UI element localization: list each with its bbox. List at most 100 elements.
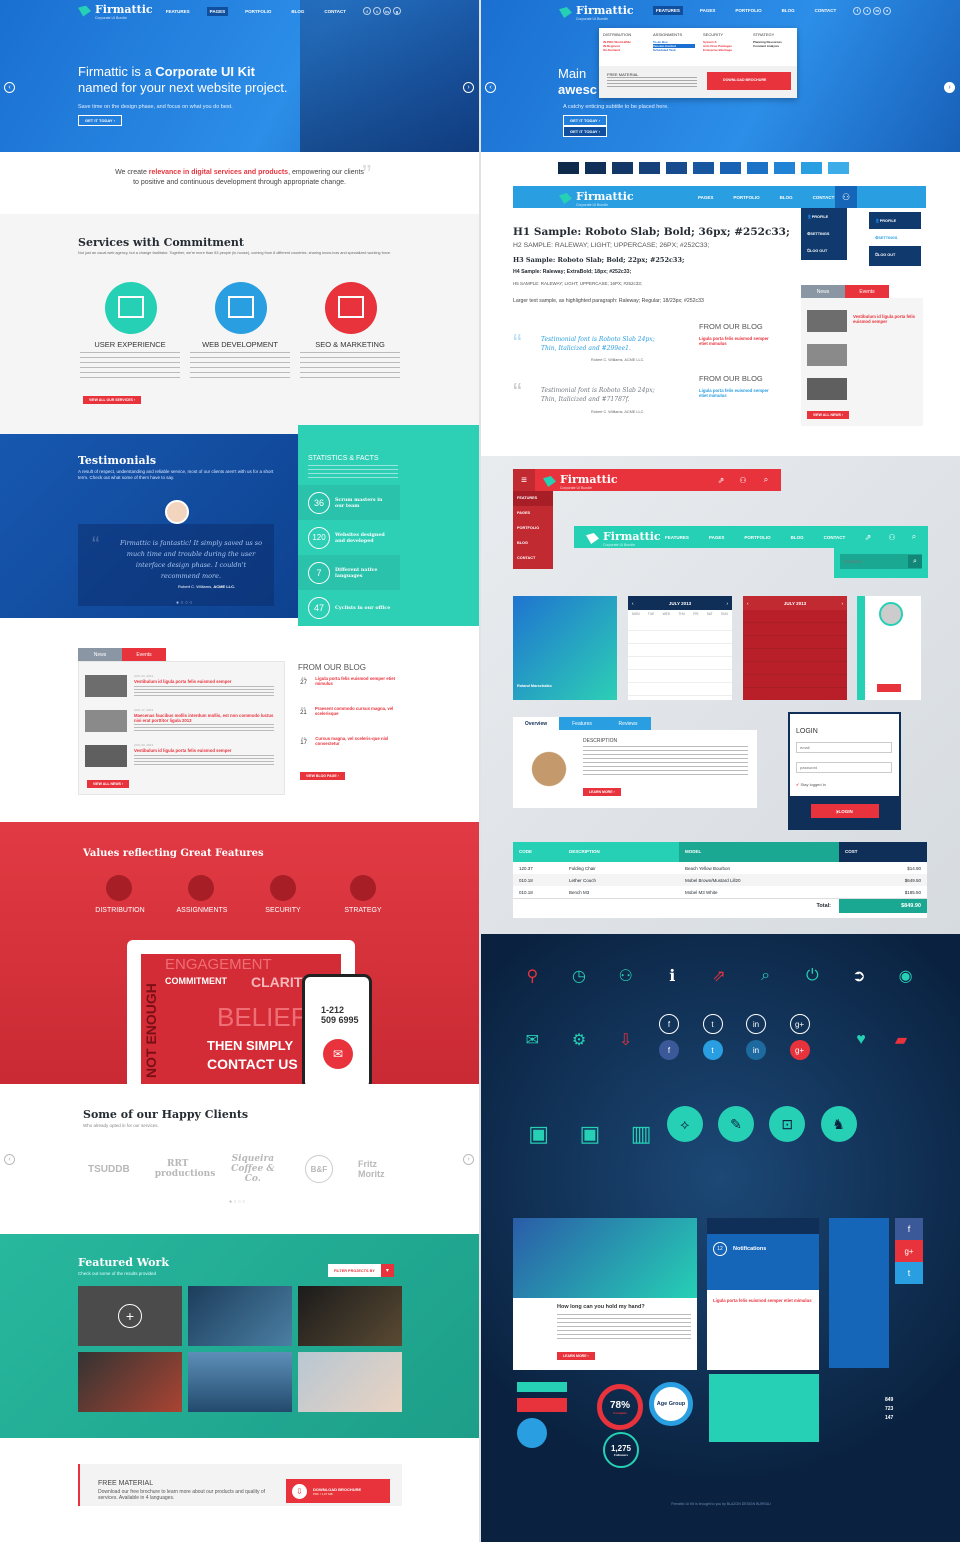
calendar-next-icon[interactable]: › (842, 601, 844, 606)
search-icon[interactable]: ⌕ (883, 6, 892, 15)
search-input[interactable] (844, 559, 904, 564)
user-icon[interactable]: ⚇ (735, 472, 751, 488)
filter-dropdown[interactable]: FILTER PROJECTS BY ▾ (328, 1264, 394, 1277)
twitter-icon[interactable]: t (895, 1262, 923, 1284)
facebook-icon[interactable]: f (659, 1040, 679, 1060)
gplus-icon[interactable]: g+ (789, 1040, 810, 1060)
column-header[interactable]: CODE (513, 842, 563, 862)
column-header[interactable]: MODEL (679, 842, 839, 862)
login-button[interactable]: ⏵ LOGIN (810, 804, 879, 818)
blog-link[interactable]: Cursus magna, vel sceleris-que nisl cons… (315, 736, 408, 762)
linkedin-icon[interactable]: in (746, 1040, 766, 1060)
news-title[interactable]: Vestibulum id ligula porta felis euismod… (853, 314, 919, 324)
download-brochure-button[interactable]: ⇩ DOWNLOAD BROCHURE PDF / 1,07 MB (286, 1479, 390, 1503)
nav-blog[interactable]: BLOG (777, 193, 796, 202)
view-services-button[interactable]: VIEW ALL OUR SERVICES › (83, 396, 142, 404)
menu-profile[interactable]: 👤 PROFILE (869, 212, 921, 229)
portfolio-thumb[interactable] (298, 1352, 402, 1412)
nav-contact[interactable]: CONTACT (810, 193, 838, 202)
view-blog-button[interactable]: VIEW BLOG PAGE › (300, 772, 345, 780)
twitter-icon[interactable]: t (863, 6, 872, 15)
brand-logo[interactable]: Firmattic Corporate UI Bundle (543, 473, 618, 490)
calendar-prev-icon[interactable]: ‹ (747, 601, 749, 606)
clients-next-icon[interactable]: › (463, 1154, 474, 1165)
mega-link[interactable]: Scheduled Task (653, 48, 695, 52)
facebook-icon[interactable]: f (853, 6, 862, 15)
menu-logout[interactable]: ⏻ LOG OUT (869, 246, 921, 263)
brand-logo[interactable]: Firmattic Corporate UI Bundle (78, 3, 153, 20)
news-title[interactable]: Maecenas faucibus mollis interdum mollis… (134, 713, 279, 723)
mega-link[interactable]: Enterprise Blockage (703, 48, 745, 52)
calendar-next-icon[interactable]: › (727, 601, 729, 606)
mobile-nav-features[interactable]: FEATURES (513, 491, 553, 506)
calendar-prev-icon[interactable]: ‹ (632, 601, 634, 606)
menu-settings[interactable]: ⚙ SETTINGS (869, 229, 921, 246)
twitter-icon[interactable]: t (373, 7, 381, 15)
hero-prev-icon[interactable]: ‹ (485, 82, 496, 93)
tab-news[interactable]: News (78, 648, 122, 661)
portfolio-thumb[interactable] (188, 1286, 292, 1346)
mobile-nav-pages[interactable]: PAGES (513, 506, 553, 521)
search-icon[interactable]: ⌕ (758, 472, 774, 488)
linkedin-icon[interactable]: in (873, 6, 882, 15)
linkedin-icon[interactable]: in (746, 1014, 766, 1034)
tab-events[interactable]: Events (122, 648, 166, 661)
twitter-icon[interactable]: t (702, 1040, 723, 1060)
hero2-cta-hover[interactable]: GET IT TODAY › (563, 126, 607, 137)
portfolio-thumb[interactable] (188, 1352, 292, 1412)
download-brochure-button[interactable]: DOWNLOAD BROCHURE (707, 72, 791, 90)
search-icon[interactable]: ⌕ (906, 529, 922, 545)
blog-link[interactable]: Ligula porta felis euismod semper etiet … (699, 336, 769, 346)
gplus-icon[interactable]: g+ (789, 1014, 810, 1034)
nav-pages[interactable]: PAGES (697, 6, 718, 15)
twitter-icon[interactable]: t (702, 1014, 723, 1034)
clients-prev-icon[interactable]: ‹ (4, 1154, 15, 1165)
blog-link[interactable]: Praesent commodo cursus magna, vel scele… (315, 706, 408, 732)
mobile-nav-portfolio[interactable]: PORTFOLIO (513, 521, 553, 536)
tab-reviews[interactable]: Reviews (605, 717, 651, 730)
mail-icon[interactable]: ✉ (323, 1039, 353, 1069)
calendar-grid[interactable] (628, 618, 732, 698)
share-icon[interactable]: ⇗ (860, 529, 876, 545)
share-icon[interactable]: ⇗ (713, 472, 729, 488)
facebook-icon[interactable]: f (659, 1014, 679, 1034)
follow-button[interactable] (877, 684, 901, 692)
nav-features[interactable]: FEATURES (653, 6, 683, 15)
email-field[interactable] (796, 742, 892, 753)
search-icon[interactable]: ⌕ (908, 555, 922, 568)
nav-portfolio[interactable]: PORTFOLIO (242, 7, 274, 16)
facebook-icon[interactable]: f (895, 1218, 923, 1240)
hero-cta-button[interactable]: GET IT TODAY › (78, 115, 122, 126)
nav-contact[interactable]: CONTACT (321, 7, 349, 16)
nav-portfolio[interactable]: PORTFOLIO (741, 533, 773, 542)
column-header[interactable]: DESCRIPTION (563, 842, 679, 862)
portfolio-thumb[interactable] (78, 1352, 182, 1412)
portfolio-thumb[interactable]: + (78, 1286, 182, 1346)
gplus-icon[interactable]: g (393, 7, 401, 15)
gplus-icon[interactable]: g+ (895, 1240, 923, 1262)
facebook-icon[interactable]: f (363, 7, 371, 15)
blog-link[interactable]: Ligula porta felis euismod semper etiet … (699, 388, 769, 398)
view-all-news-button[interactable]: VIEW ALL NEWS › (87, 780, 130, 788)
tab-news[interactable]: News (801, 285, 845, 298)
mega-link[interactable]: On-Demand (603, 48, 645, 52)
news-title[interactable]: Vestibulum id ligula porta felis euismod… (134, 748, 279, 753)
nav-features[interactable]: FEATURES (163, 7, 193, 16)
remember-checkbox[interactable]: ✔ Stay logged in (796, 782, 826, 787)
hero-next-icon[interactable]: › (944, 82, 955, 93)
nav-contact[interactable]: CONTACT (812, 6, 840, 15)
nav-contact[interactable]: CONTACT (821, 533, 849, 542)
brand-logo[interactable]: Firmattic Corporate UI Bundle (586, 530, 661, 547)
nav-features[interactable]: FEATURES (662, 533, 692, 542)
news-title[interactable]: Vestibulum id ligula porta felis euismod… (134, 679, 279, 684)
hero2-cta-button[interactable]: GET IT TODAY › (563, 115, 607, 126)
learn-more-button[interactable]: LEARN MORE › (557, 1352, 595, 1360)
menu-profile[interactable]: 👤 PROFILE (801, 208, 847, 225)
carousel-dots[interactable]: ● ○ ○ ○ (176, 600, 192, 606)
hero-next-icon[interactable]: › (463, 82, 474, 93)
mobile-nav-blog[interactable]: BLOG (513, 536, 553, 551)
mega-link[interactable]: Constant Analysis (753, 44, 795, 48)
tab-events[interactable]: Events (845, 285, 889, 298)
column-header[interactable]: COST (839, 842, 927, 862)
blog-link[interactable]: Ligula porta felis euismod semper etiet … (315, 676, 408, 702)
